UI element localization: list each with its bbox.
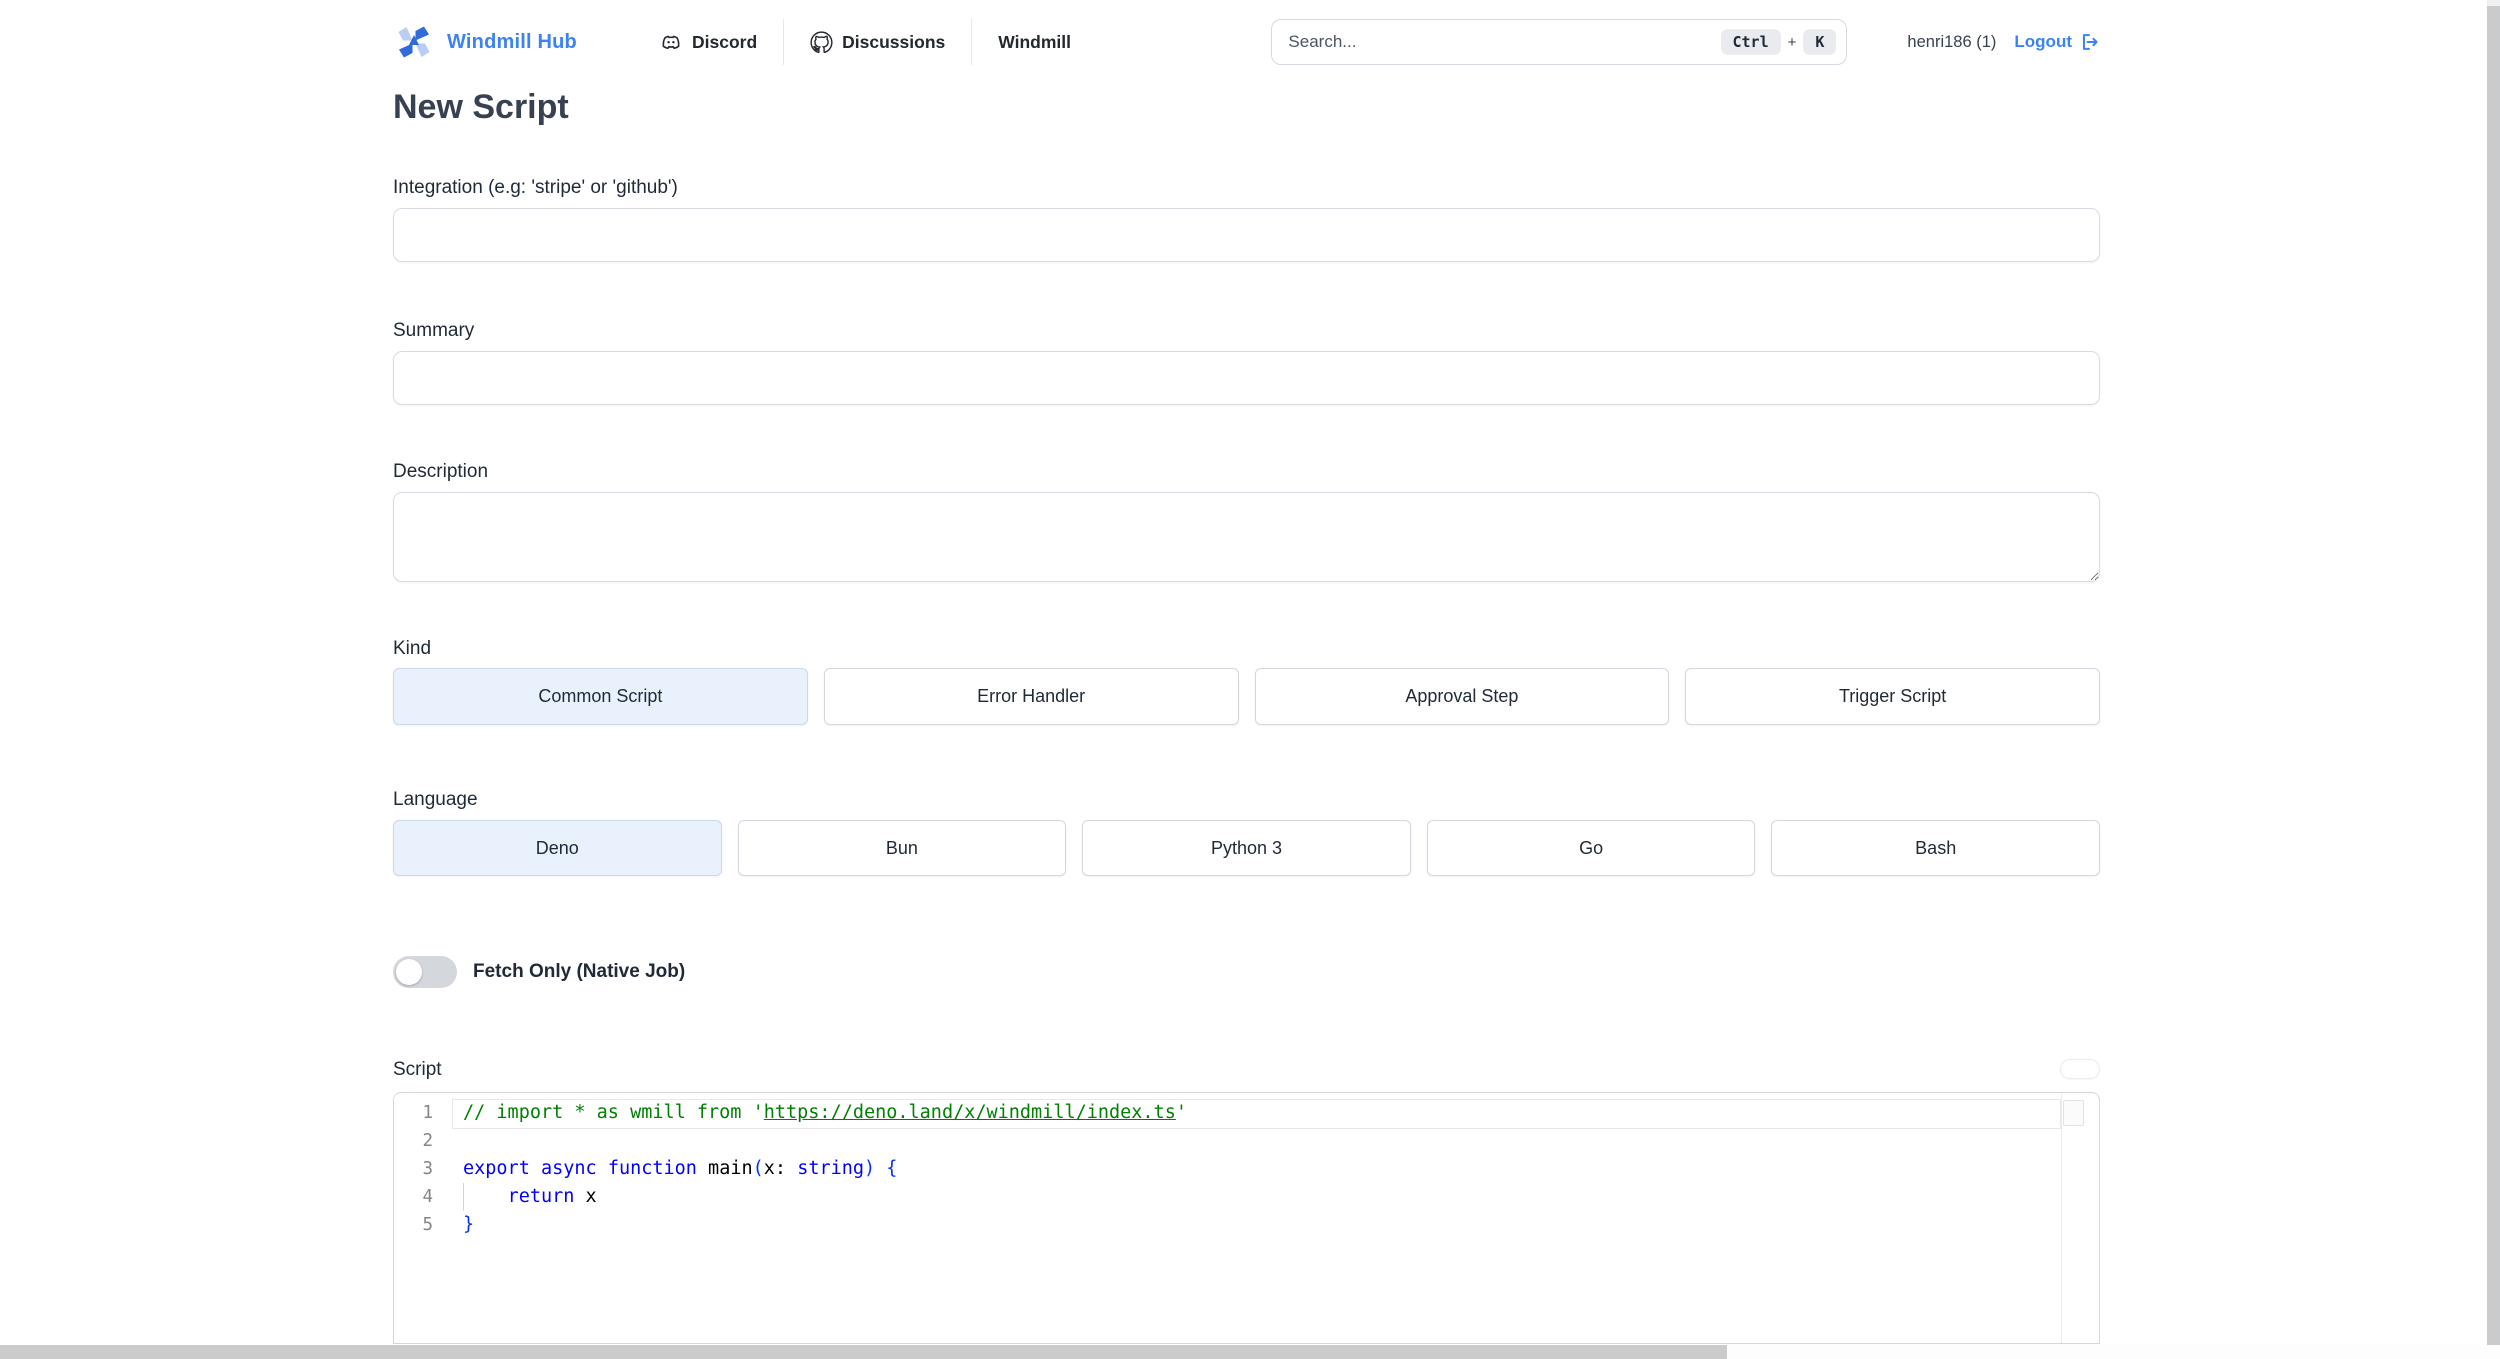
script-label: Script (393, 1059, 442, 1080)
summary-input[interactable] (393, 351, 2100, 405)
integration-label: Integration (e.g: 'stripe' or 'github') (393, 177, 678, 198)
page-vertical-scrollbar-thumb[interactable] (2487, 6, 2500, 1345)
page-vertical-scrollbar[interactable] (2487, 0, 2500, 1345)
integration-input[interactable] (393, 208, 2100, 262)
line-number: 5 (422, 1215, 433, 1235)
discord-icon (659, 30, 683, 54)
language-option-deno[interactable]: Deno (393, 820, 722, 876)
kind-options: Common Script Error Handler Approval Step T… (393, 668, 2100, 725)
brand-link[interactable]: Windmill Hub (393, 21, 577, 63)
kbd-plus: + (1787, 33, 1797, 51)
kind-option-common-script[interactable]: Common Script (393, 668, 808, 725)
code-line-5[interactable]: 5} (394, 1211, 2099, 1239)
page-title: New Script (393, 88, 569, 126)
description-label: Description (393, 461, 489, 482)
page-horizontal-scrollbar[interactable] (0, 1345, 2500, 1359)
brand-name: Windmill Hub (447, 30, 577, 53)
code-editor[interactable]: 1 // import * as wmill from 'https://deno… (393, 1092, 2100, 1344)
line-number: 1 (422, 1103, 433, 1123)
line-content: return x (450, 1183, 597, 1211)
header-nav: Discord Discussions Windmill (633, 18, 1097, 66)
line-number: 3 (422, 1159, 433, 1179)
code-line-2[interactable]: 2 (394, 1127, 2099, 1155)
code-lines: 1 // import * as wmill from 'https://deno… (394, 1093, 2099, 1239)
user-area: henri186 (1) Logout (1907, 31, 2100, 53)
kind-option-approval-step[interactable]: Approval Step (1254, 668, 1670, 725)
logout-icon (2078, 31, 2100, 53)
language-option-go[interactable]: Go (1426, 820, 1756, 876)
kind-label: Kind (393, 638, 432, 659)
nav-windmill[interactable]: Windmill (972, 32, 1097, 53)
line-content: export async function main(x: string) { (463, 1158, 898, 1179)
line-number: 4 (422, 1187, 433, 1207)
code-line-1[interactable]: 1 // import * as wmill from 'https://deno… (394, 1099, 2099, 1129)
script-header-row: Script (393, 1058, 2100, 1081)
search-box: Ctrl + K (1271, 19, 1848, 65)
github-icon (810, 30, 833, 54)
line-number: 2 (422, 1131, 433, 1151)
line-content: } (463, 1214, 475, 1235)
nav-discord[interactable]: Discord (633, 30, 783, 54)
code-line-4[interactable]: 4 return x (394, 1183, 2099, 1211)
kbd-k: K (1803, 29, 1837, 55)
nav-windmill-label: Windmill (998, 31, 1072, 52)
line-content: // import * as wmill from 'https://deno.… (463, 1102, 1187, 1123)
main-content: Windmill Hub Discord Discussions Windmil… (393, 18, 2100, 1344)
summary-label: Summary (393, 320, 475, 341)
code-line-3[interactable]: 3 export async function main(x: string) { (394, 1155, 2099, 1183)
kind-option-trigger-script[interactable]: Trigger Script (1685, 668, 2100, 725)
header: Windmill Hub Discord Discussions Windmil… (393, 18, 2100, 66)
kbd-ctrl: Ctrl (1720, 29, 1781, 55)
language-label: Language (393, 789, 478, 810)
search-input[interactable] (1288, 32, 1721, 52)
language-options: Deno Bun Python 3 Go Bash (393, 820, 2100, 876)
username: henri186 (1) (1907, 32, 1997, 51)
windmill-logo-icon (393, 21, 435, 63)
fetch-only-label: Fetch Only (Native Job) (473, 961, 686, 982)
logout-link[interactable]: Logout (2014, 31, 2100, 53)
language-option-bash[interactable]: Bash (1771, 820, 2100, 876)
fetch-only-row: Fetch Only (Native Job) (393, 956, 2100, 988)
description-textarea[interactable] (393, 492, 2100, 582)
editor-scrollbar-thumb[interactable] (2063, 1100, 2084, 1126)
nav-discord-label: Discord (691, 31, 758, 52)
language-option-bun[interactable]: Bun (737, 820, 1067, 876)
logout-label: Logout (2014, 32, 2072, 51)
fetch-only-toggle[interactable] (393, 956, 457, 988)
language-option-python-3[interactable]: Python 3 (1082, 820, 1411, 876)
page-horizontal-scrollbar-thumb[interactable] (0, 1345, 1727, 1359)
toggle-knob (396, 959, 422, 985)
line-content (450, 1127, 463, 1155)
editor-scrollbar-track (2061, 1093, 2062, 1343)
nav-discussions-label: Discussions (842, 31, 946, 52)
editor-mode-toggle[interactable] (2060, 1059, 2100, 1079)
nav-discussions[interactable]: Discussions (784, 30, 971, 54)
kind-option-error-handler[interactable]: Error Handler (823, 668, 1239, 725)
